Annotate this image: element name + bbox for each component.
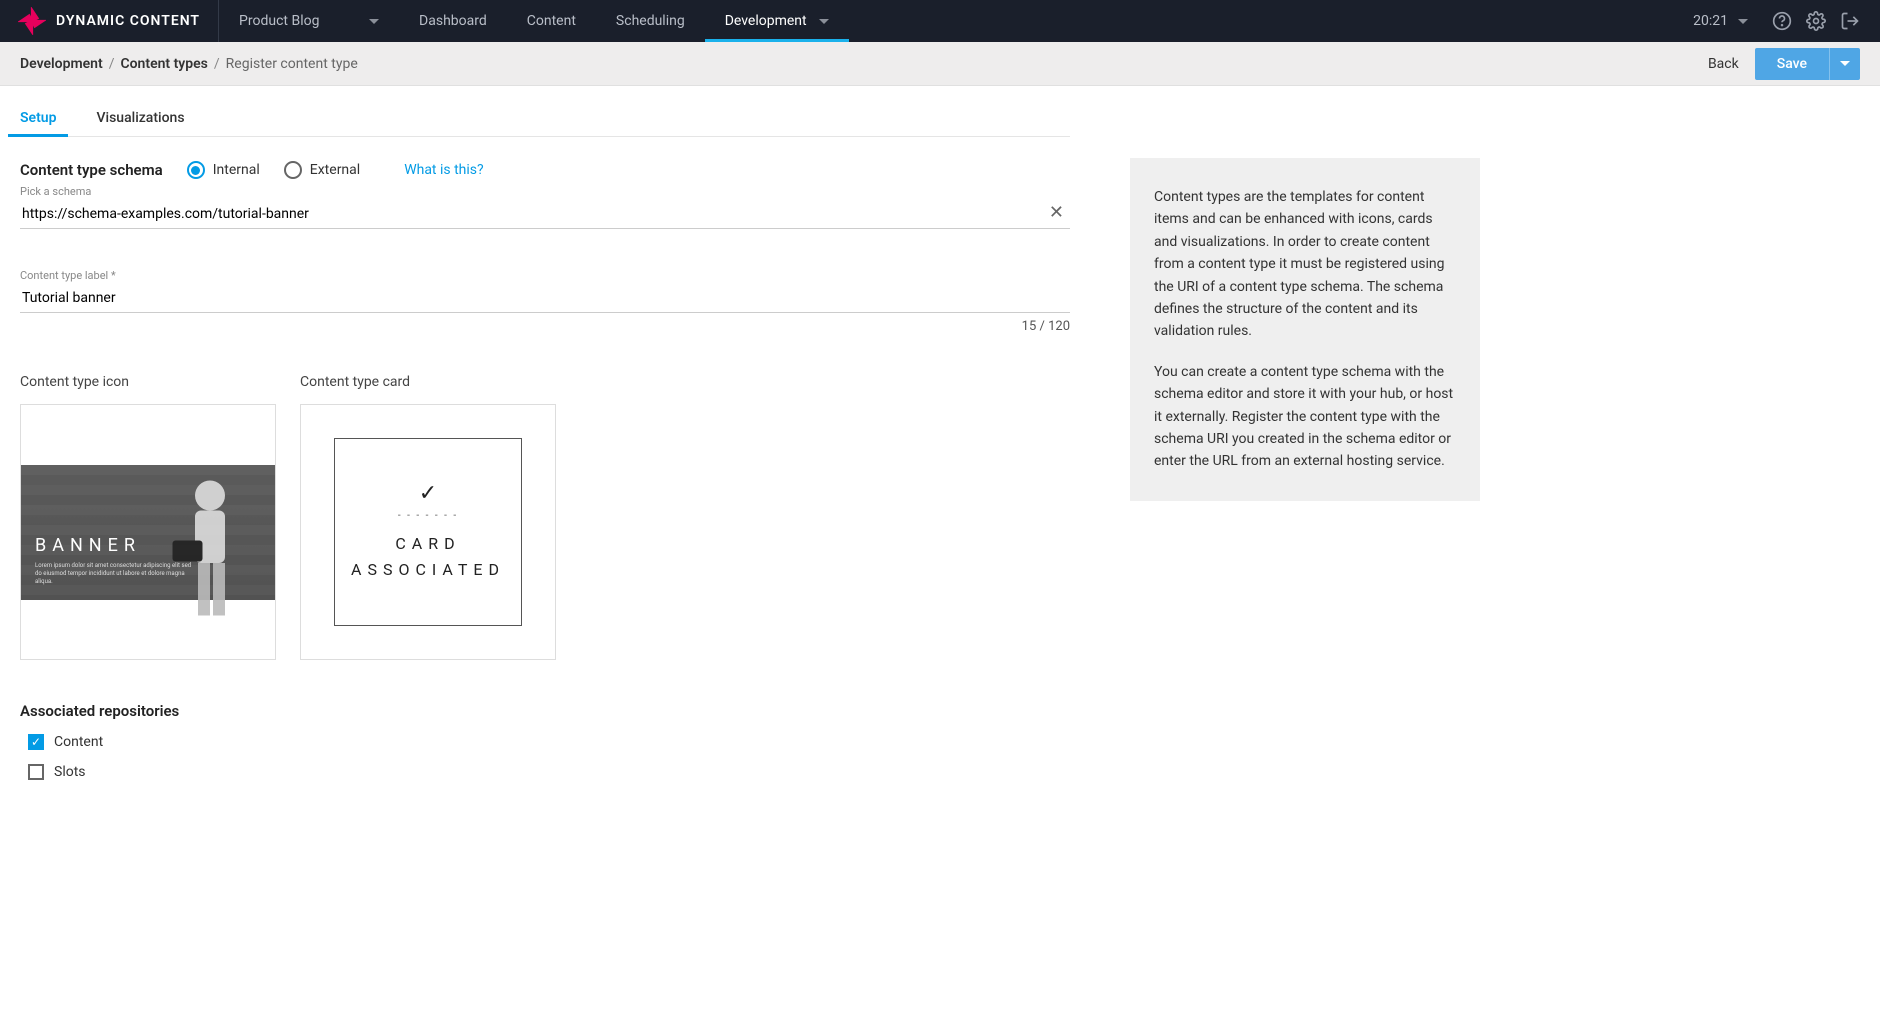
schema-source-row: Content type schema Internal External Wh… (20, 161, 1070, 179)
preview-cards-row: Content type icon BANNER (20, 374, 1070, 660)
info-paragraph-1: Content types are the templates for cont… (1154, 186, 1456, 343)
save-dropdown-button[interactable] (1829, 48, 1860, 80)
save-button[interactable]: Save (1755, 48, 1829, 80)
checkmark-icon: ✓ (419, 481, 437, 506)
crumb-mid[interactable]: Content types (120, 56, 207, 72)
label-input[interactable] (20, 284, 1070, 313)
card-column: Content type card ✓ - - - - - - - CARD A… (300, 374, 556, 660)
nav-content[interactable]: Content (507, 0, 596, 42)
left-column: Setup Visualizations Content type schema… (20, 86, 1070, 794)
back-button[interactable]: Back (1708, 56, 1739, 72)
top-nav: DYNAMIC CONTENT Product Blog Dashboard C… (0, 0, 1880, 42)
radio-external[interactable]: External (284, 161, 360, 179)
time-selector[interactable]: 20:21 (1683, 13, 1758, 29)
nav-right: 20:21 (1683, 0, 1860, 42)
primary-nav: Dashboard Content Scheduling Development (399, 0, 849, 42)
banner-thumbnail: BANNER Lorem ipsum dolor sit amet consec… (21, 465, 275, 600)
banner-title: BANNER (35, 535, 261, 556)
time-text: 20:21 (1693, 13, 1728, 29)
hub-name: Product Blog (239, 13, 319, 29)
crumb-root[interactable]: Development (20, 56, 103, 72)
chevron-down-icon (369, 19, 379, 24)
crumb-leaf: Register content type (226, 56, 358, 72)
breadcrumb-bar: Development / Content types / Register c… (0, 42, 1880, 86)
tab-setup[interactable]: Setup (20, 110, 56, 136)
associated-repositories-heading: Associated repositories (20, 702, 1070, 720)
info-panel: Content types are the templates for cont… (1130, 158, 1480, 501)
radio-icon (284, 161, 302, 179)
tab-visualizations[interactable]: Visualizations (96, 110, 184, 136)
tab-row: Setup Visualizations (20, 86, 1070, 137)
right-column: Content types are the templates for cont… (1130, 158, 1480, 794)
icon-heading: Content type icon (20, 374, 276, 390)
logo-box: DYNAMIC CONTENT (0, 0, 219, 42)
content-type-icon-preview[interactable]: BANNER Lorem ipsum dolor sit amet consec… (20, 404, 276, 660)
dash-decoration: - - - - - - - (398, 510, 458, 521)
what-is-this-link[interactable]: What is this? (404, 162, 483, 178)
chevron-down-icon (819, 19, 829, 24)
save-split-button: Save (1755, 48, 1860, 80)
schema-heading: Content type schema (20, 161, 163, 179)
hub-selector[interactable]: Product Blog (219, 0, 399, 42)
app-logo-text: DYNAMIC CONTENT (56, 13, 200, 29)
radio-internal[interactable]: Internal (187, 161, 260, 179)
breadcrumb-actions: Back Save (1708, 48, 1860, 80)
setup-form: Content type schema Internal External Wh… (20, 137, 1070, 780)
repo-label: Content (54, 734, 103, 750)
checkbox-icon (28, 764, 44, 780)
label-hint: Content type label * (20, 269, 1070, 282)
radio-label: Internal (213, 162, 260, 178)
clear-icon[interactable]: ✕ (1049, 202, 1064, 223)
card-associated-box: ✓ - - - - - - - CARD ASSOCIATED (334, 438, 522, 626)
content-type-card-preview[interactable]: ✓ - - - - - - - CARD ASSOCIATED (300, 404, 556, 660)
nav-scheduling[interactable]: Scheduling (596, 0, 705, 42)
card-heading: Content type card (300, 374, 556, 390)
app-logo-icon (18, 7, 46, 35)
logout-icon[interactable] (1840, 11, 1860, 31)
repo-label: Slots (54, 764, 86, 780)
radio-icon (187, 161, 205, 179)
card-text: CARD ASSOCIATED (351, 531, 505, 582)
icon-column: Content type icon BANNER (20, 374, 276, 660)
label-field: Content type label * (20, 269, 1070, 313)
repo-slots-checkbox[interactable]: Slots (20, 764, 1070, 780)
repo-content-checkbox[interactable]: ✓ Content (20, 734, 1070, 750)
nav-dashboard[interactable]: Dashboard (399, 0, 507, 42)
checkbox-icon: ✓ (28, 734, 44, 750)
radio-label: External (310, 162, 360, 178)
banner-lorem: Lorem ipsum dolor sit amet consectetur a… (35, 562, 195, 585)
nav-development[interactable]: Development (705, 0, 849, 42)
schema-hint: Pick a schema (20, 185, 1070, 198)
crumb-sep: / (214, 56, 220, 72)
settings-icon[interactable] (1806, 11, 1826, 31)
char-count: 15 / 120 (20, 319, 1070, 334)
schema-input[interactable] (20, 200, 1070, 229)
chevron-down-icon (1738, 19, 1748, 24)
main-content: Setup Visualizations Content type schema… (0, 86, 1880, 834)
help-icon[interactable] (1772, 11, 1792, 31)
schema-field: Pick a schema ✕ (20, 185, 1070, 229)
chevron-down-icon (1840, 61, 1850, 66)
crumb-sep: / (109, 56, 115, 72)
info-paragraph-2: You can create a content type schema wit… (1154, 361, 1456, 473)
